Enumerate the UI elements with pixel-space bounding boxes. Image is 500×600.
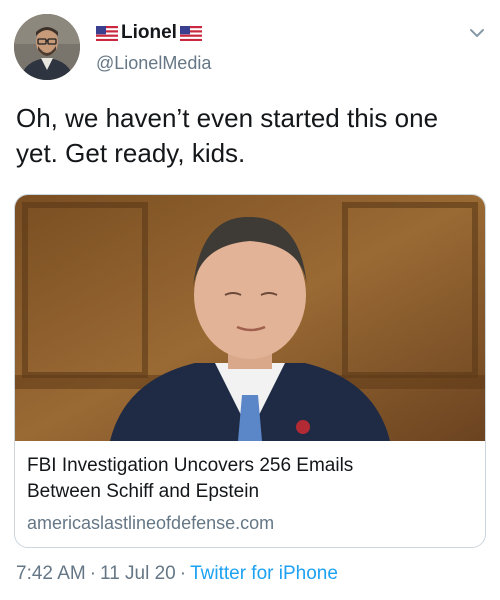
avatar[interactable]: [14, 14, 80, 80]
tweet-text: Oh, we haven’t even started this one yet…: [16, 103, 439, 168]
user-handle[interactable]: @LionelMedia: [96, 53, 211, 74]
meta-separator: ·: [179, 563, 187, 584]
card-title-line-1: FBI Investigation Uncovers 256 Emails: [27, 455, 354, 476]
tweet-meta: 7:42 AM · 11 Jul 20 · Twitter for iPhone: [16, 563, 338, 585]
card-image: [15, 195, 485, 441]
card-title-line-2: Between Schiff and Epstein: [27, 481, 260, 502]
us-flag-icon: [96, 25, 118, 41]
user-name-row[interactable]: Lionel: [96, 22, 202, 44]
link-card[interactable]: FBI Investigation Uncovers 256 Emails Be…: [14, 194, 486, 548]
card-body: FBI Investigation Uncovers 256 Emails Be…: [27, 453, 477, 535]
tweet: Lionel @LionelMedia Oh, we haven’t even …: [0, 0, 500, 600]
us-flag-icon: [179, 25, 202, 41]
chevron-down-icon[interactable]: [468, 26, 486, 38]
meta-separator: ·: [89, 563, 97, 584]
tweet-time[interactable]: 7:42 AM: [16, 563, 86, 584]
tweet-source-link[interactable]: Twitter for iPhone: [190, 563, 338, 584]
card-domain: americaslastlineofdefense.com: [27, 513, 275, 533]
tweet-date[interactable]: 11 Jul 20: [100, 563, 176, 584]
display-name: Lionel: [121, 22, 177, 43]
